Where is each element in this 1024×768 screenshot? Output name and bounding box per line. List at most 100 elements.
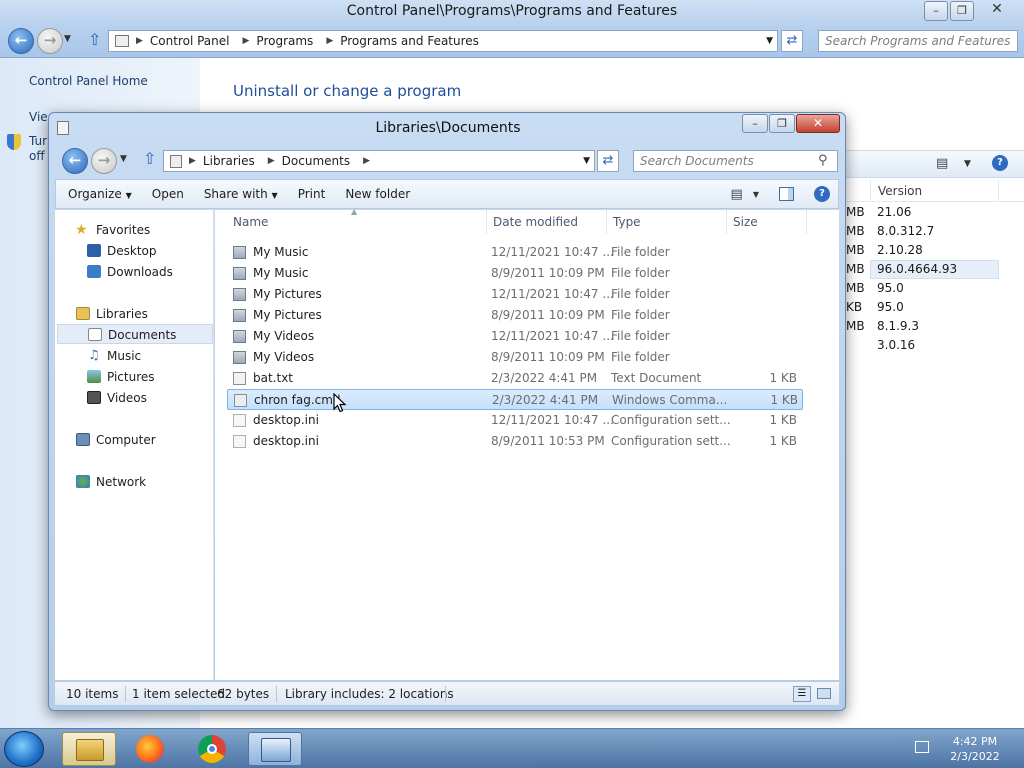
version-column-header[interactable]: Version	[878, 184, 922, 198]
print-button[interactable]: Print	[298, 187, 326, 201]
back-button[interactable]: ←	[62, 148, 88, 174]
views-icon[interactable]: ▤	[936, 156, 948, 171]
file-name: My Music	[253, 245, 309, 259]
views-icon[interactable]: ▤	[731, 187, 743, 202]
breadcrumb-control-panel[interactable]: Control Panel	[150, 34, 230, 48]
nav-favorites[interactable]: ★ Favorites	[55, 220, 211, 240]
refresh-icon[interactable]: ⇄	[781, 30, 803, 52]
chevron-down-icon[interactable]: ▼	[753, 190, 759, 199]
file-type: File folder	[611, 245, 670, 259]
nav-network[interactable]: Network	[55, 472, 211, 492]
turn-windows-features-link[interactable]: Tur	[29, 134, 47, 148]
breadcrumb-libraries[interactable]: Libraries	[203, 154, 255, 168]
control-panel-address-bar[interactable]: ▶ Control Panel ▶ Programs ▶ Programs an…	[108, 30, 778, 52]
file-row[interactable]: My Music 12/11/2021 10:47 ... File folde…	[227, 242, 803, 263]
column-header-type[interactable]: Type	[607, 210, 727, 234]
file-row[interactable]: My Pictures 12/11/2021 10:47 ... File fo…	[227, 284, 803, 305]
help-icon[interactable]: ?	[814, 186, 830, 202]
nav-libraries[interactable]: Libraries	[55, 304, 211, 324]
nav-videos[interactable]: Videos	[55, 388, 211, 408]
help-icon[interactable]: ?	[992, 155, 1008, 171]
control-panel-title: Control Panel\Programs\Programs and Feat…	[346, 3, 678, 19]
share-with-button[interactable]: Share with ▼	[204, 187, 278, 201]
large-icons-view-icon[interactable]	[817, 688, 831, 699]
details-view-icon[interactable]: ☰	[793, 686, 811, 702]
nav-downloads[interactable]: Downloads	[55, 262, 211, 282]
taskbar-firefox[interactable]	[124, 732, 178, 766]
folder-shortcut-icon	[233, 267, 246, 280]
chevron-down-icon[interactable]: ▼	[583, 156, 590, 166]
folder-shortcut-icon	[233, 330, 246, 343]
back-button[interactable]: ←	[8, 28, 34, 54]
file-row[interactable]: desktop.ini 12/11/2021 10:47 ... Configu…	[227, 410, 803, 431]
file-row[interactable]: My Videos 8/9/2011 10:09 PM File folder	[227, 347, 803, 368]
network-tray-icon[interactable]	[915, 741, 929, 753]
open-button[interactable]: Open	[152, 187, 184, 201]
status-library-locations: Library includes: 2 locations	[285, 687, 454, 701]
close-button[interactable]: ✕	[796, 114, 840, 133]
recent-pages-dropdown-icon[interactable]: ▼	[64, 34, 71, 44]
taskbar-explorer[interactable]	[62, 732, 116, 766]
forward-button[interactable]: →	[91, 148, 117, 174]
file-type: File folder	[611, 287, 670, 301]
new-folder-button[interactable]: New folder	[345, 187, 410, 201]
nav-music[interactable]: ♫ Music	[55, 346, 211, 366]
forward-button[interactable]: →	[37, 28, 63, 54]
mouse-cursor-icon	[333, 393, 347, 413]
chevron-down-icon[interactable]: ▼	[766, 36, 773, 46]
search-icon[interactable]: ⚲	[818, 153, 828, 168]
program-version[interactable]: 95.0	[877, 281, 904, 295]
maximize-button[interactable]: ❐	[950, 1, 974, 21]
column-header-date-modified[interactable]: Date modified	[487, 210, 607, 234]
nav-pictures[interactable]: Pictures	[55, 367, 211, 387]
up-arrow-icon[interactable]: ⇧	[88, 30, 101, 49]
program-version[interactable]: 8.0.312.7	[877, 224, 934, 238]
breadcrumb-programs[interactable]: Programs	[256, 34, 313, 48]
program-version[interactable]: 21.06	[877, 205, 911, 219]
system-clock[interactable]: 4:42 PM 2/3/2022	[935, 734, 1015, 764]
nav-documents-label: Documents	[108, 328, 177, 342]
pictures-icon	[87, 370, 101, 383]
nav-computer[interactable]: Computer	[55, 430, 211, 450]
file-row-selected[interactable]: chron fag.cmd 2/3/2022 4:41 PM Windows C…	[227, 389, 803, 410]
breadcrumb-documents[interactable]: Documents	[282, 154, 350, 168]
organize-button[interactable]: Organize ▼	[68, 187, 132, 201]
view-installed-updates-link[interactable]: Vie	[29, 110, 48, 124]
file-type: Configuration sett...	[611, 434, 731, 448]
program-size-suffix: MB	[846, 224, 865, 238]
file-row[interactable]: My Pictures 8/9/2011 10:09 PM File folde…	[227, 305, 803, 326]
minimize-button[interactable]: –	[742, 114, 768, 133]
breadcrumb-programs-and-features[interactable]: Programs and Features	[340, 34, 479, 48]
file-row[interactable]: My Music 8/9/2011 10:09 PM File folder	[227, 263, 803, 284]
program-version[interactable]: 3.0.16	[877, 338, 915, 352]
maximize-button[interactable]: ❐	[769, 114, 795, 133]
column-header-name[interactable]: Name	[227, 210, 487, 234]
recent-pages-dropdown-icon[interactable]: ▼	[120, 154, 127, 164]
explorer-address-bar[interactable]: ▶ Libraries ▶ Documents ▶ ▼	[163, 150, 595, 172]
start-button[interactable]	[4, 731, 44, 767]
control-panel-home-link[interactable]: Control Panel Home	[29, 74, 148, 88]
file-name: My Music	[253, 266, 309, 280]
file-row[interactable]: desktop.ini 8/9/2011 10:53 PM Configurat…	[227, 431, 803, 452]
documents-search-input[interactable]: Search Documents	[633, 150, 838, 172]
nav-documents[interactable]: Documents	[57, 324, 213, 344]
column-header-size[interactable]: Size	[727, 210, 807, 234]
refresh-icon[interactable]: ⇄	[597, 150, 619, 172]
program-version[interactable]: 95.0	[877, 300, 904, 314]
taskbar-chrome[interactable]	[186, 732, 240, 766]
turn-windows-features-link-line2[interactable]: off	[29, 149, 45, 163]
file-row[interactable]: bat.txt 2/3/2022 4:41 PM Text Document 1…	[227, 368, 803, 389]
minimize-button[interactable]: –	[924, 1, 948, 21]
nav-desktop[interactable]: Desktop	[55, 241, 211, 261]
up-arrow-icon[interactable]: ⇧	[143, 149, 156, 168]
program-version[interactable]: 96.0.4664.93	[877, 262, 957, 276]
preview-pane-icon[interactable]	[779, 187, 794, 201]
taskbar-control-panel[interactable]	[248, 732, 302, 766]
text-file-icon	[233, 372, 246, 385]
chevron-down-icon[interactable]: ▼	[964, 159, 971, 169]
program-version[interactable]: 8.1.9.3	[877, 319, 919, 333]
program-version[interactable]: 2.10.28	[877, 243, 923, 257]
file-row[interactable]: My Videos 12/11/2021 10:47 ... File fold…	[227, 326, 803, 347]
programs-search-input[interactable]: Search Programs and Features	[818, 30, 1018, 52]
close-button[interactable]: ✕	[976, 1, 1018, 21]
